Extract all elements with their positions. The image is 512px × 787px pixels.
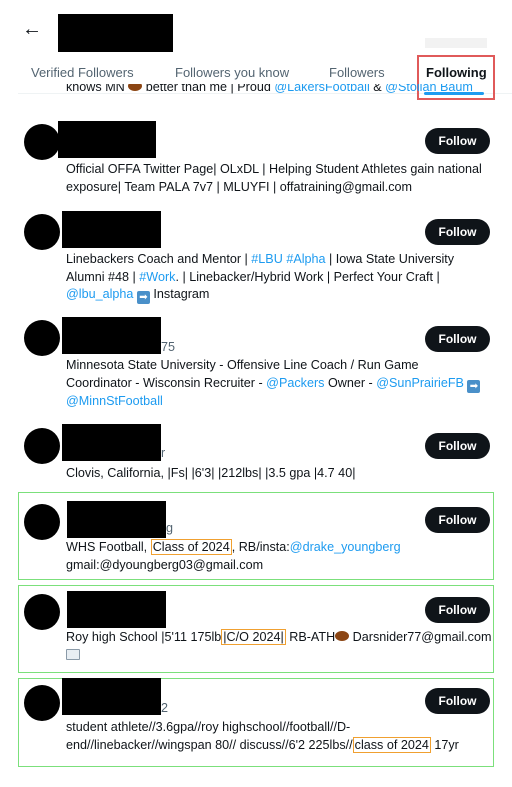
back-arrow-icon[interactable]: ← [22, 18, 44, 40]
class-of-2024-highlight: class of 2024 [352, 736, 431, 753]
class-of-2024-highlight: |C/O 2024| [221, 629, 286, 645]
redacted-account-name [62, 317, 161, 354]
follow-button[interactable]: Follow [425, 507, 490, 533]
football-emoji-icon [335, 631, 350, 641]
avatar[interactable] [24, 594, 60, 630]
follow-button[interactable]: Follow [425, 219, 490, 245]
avatar[interactable] [24, 124, 60, 160]
redacted-account-name [62, 678, 161, 715]
arrow-right-emoji-icon: ➡ [467, 379, 481, 393]
follow-button[interactable]: Follow [425, 326, 490, 352]
redacted-account-name [67, 591, 166, 628]
arrow-right-emoji-icon: ➡ [136, 291, 150, 304]
redacted-account-name [58, 121, 156, 158]
avatar[interactable] [24, 320, 60, 356]
avatar[interactable] [24, 504, 60, 540]
redacted-profile-name [58, 14, 173, 52]
account-bio: WHS Football, Class of 2024, RB/insta:@d… [66, 539, 401, 572]
account-bio: Official OFFA Twitter Page| OLxDL | Help… [66, 162, 482, 194]
handle-fragment: 75 [161, 340, 176, 354]
avatar[interactable] [24, 428, 60, 464]
handle-fragment: g [166, 521, 174, 535]
handle-fragment: 2 [161, 701, 169, 715]
football-emoji-icon [128, 84, 143, 91]
redacted-account-name [62, 424, 161, 461]
account-bio: student athlete//3.6gpa//roy highschool/… [66, 720, 459, 753]
clipped-bio: knows MN better than me | Proud @LakersF… [66, 84, 496, 98]
account-bio: Roy high School |5'11 175lb |C/O 2024| RB… [66, 629, 496, 664]
envelope-emoji-icon [66, 648, 80, 660]
class-of-2024-highlight: Class of 2024 [150, 539, 232, 555]
follow-button[interactable]: Follow [425, 128, 490, 154]
redacted-account-name [67, 501, 166, 538]
follow-button[interactable]: Follow [425, 688, 490, 714]
account-bio: Linebackers Coach and Mentor | #LBU #Alp… [66, 252, 455, 304]
account-bio: Minnesota State University - Offensive L… [66, 357, 496, 410]
handle-fragment: r [161, 446, 166, 460]
redacted-account-name [62, 211, 161, 248]
avatar[interactable] [24, 685, 60, 721]
follow-button[interactable]: Follow [425, 433, 490, 459]
blurred-header-element [425, 38, 487, 48]
account-bio: Clovis, California, |Fs| |6'3| |212lbs| … [66, 466, 356, 480]
avatar[interactable] [24, 214, 60, 250]
follow-button[interactable]: Follow [425, 597, 490, 623]
